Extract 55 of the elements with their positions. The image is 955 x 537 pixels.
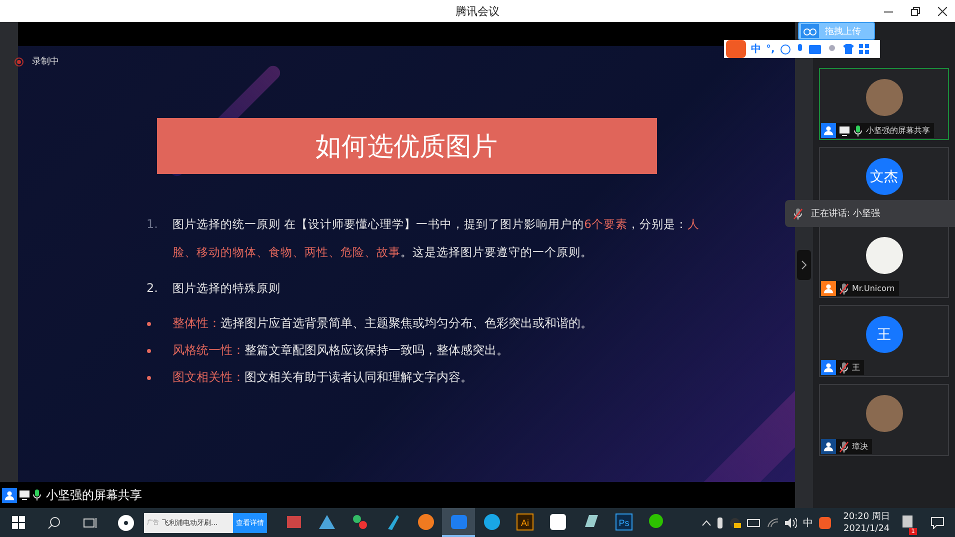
ai-app-icon: Ai <box>514 512 534 532</box>
avatar-placeholder <box>866 79 902 116</box>
chevron-icon <box>801 260 807 270</box>
cloud-icon <box>801 24 819 38</box>
expand-button[interactable] <box>797 250 811 280</box>
bullet-dot <box>146 376 150 380</box>
avatar-placeholder <box>866 237 902 274</box>
avatar-placeholder <box>866 395 902 432</box>
share-label: 小坚强的屏幕共享 <box>46 486 142 504</box>
shirt-icon[interactable] <box>842 44 854 54</box>
ime-indicator[interactable]: 中 <box>803 516 814 530</box>
ps-app-icon: Ps <box>614 512 634 532</box>
participant-name: 璋决 <box>852 441 868 452</box>
recording-label: 录制中 <box>32 56 59 68</box>
bullet-dot <box>146 348 150 352</box>
slide-paragraph: 图片选择的统一原则 在【设计师要懂心理学】一书中，提到了图片影响用户的 6个要素，分别是：人脸、移动的物体、食物、两性、危险、故事。这是选择图片要遵守的一个原则。 <box>172 216 700 261</box>
ime-mode[interactable]: 中 <box>751 42 761 56</box>
record-icon <box>14 56 24 66</box>
close-icon[interactable] <box>938 6 947 16</box>
muted-mic-icon <box>793 208 803 220</box>
participant-tile[interactable]: 王 王 <box>819 305 949 377</box>
participant-name: Mr.Unicorn <box>852 284 895 293</box>
screen-icon <box>19 490 30 500</box>
initials-avatar: 文杰 <box>866 158 902 195</box>
wifi-icon[interactable] <box>767 518 780 528</box>
user-icon <box>2 488 17 502</box>
slide-title: 如何选优质图片 <box>156 118 656 174</box>
list-number: 1. <box>146 216 159 233</box>
bullet-text: 图文相关性：图文相关有助于读者认同和理解文字内容。 <box>172 369 472 386</box>
restore-icon[interactable] <box>911 6 920 16</box>
participant-name: 小坚强的屏幕共享 <box>866 125 930 136</box>
caret-up-icon[interactable] <box>702 520 712 526</box>
clock[interactable]: 20:20 周日 2021/1/24 <box>843 510 890 534</box>
participant-name: 王 <box>852 362 860 373</box>
battery-icon[interactable] <box>747 518 762 526</box>
windows-start-icon[interactable] <box>12 516 24 529</box>
bullet-text: 风格统一性：整篇文章配图风格应该保持一致吗，整体感突出。 <box>172 342 508 359</box>
participant-tile[interactable]: 璋决 <box>819 384 949 456</box>
list-number: 2. <box>146 280 159 297</box>
mic-icon <box>32 489 42 501</box>
bullet-text: 整体性：选择图片应首选背景简单、主题聚焦或均匀分布、色彩突出或和谐的。 <box>172 315 592 332</box>
punctuation-mode[interactable]: °, <box>766 44 775 54</box>
taskbar-app[interactable]: Ps <box>607 508 640 537</box>
action-center-icon[interactable] <box>930 516 944 528</box>
participant-tile[interactable]: 小坚强的屏幕共享 <box>819 68 949 140</box>
grid-icon[interactable] <box>858 44 869 54</box>
taskbar-app[interactable]: Ai <box>508 508 541 537</box>
initials-avatar: 王 <box>866 316 902 353</box>
volume-icon[interactable] <box>785 518 798 528</box>
window-title: 腾讯会议 <box>456 4 500 18</box>
task-view-icon[interactable] <box>83 516 97 528</box>
participant-tile[interactable]: Mr.Unicorn <box>819 226 949 298</box>
bullet-dot <box>146 322 150 326</box>
slide-paragraph: 图片选择的特殊原则 <box>172 280 280 297</box>
search-icon[interactable] <box>48 516 60 529</box>
